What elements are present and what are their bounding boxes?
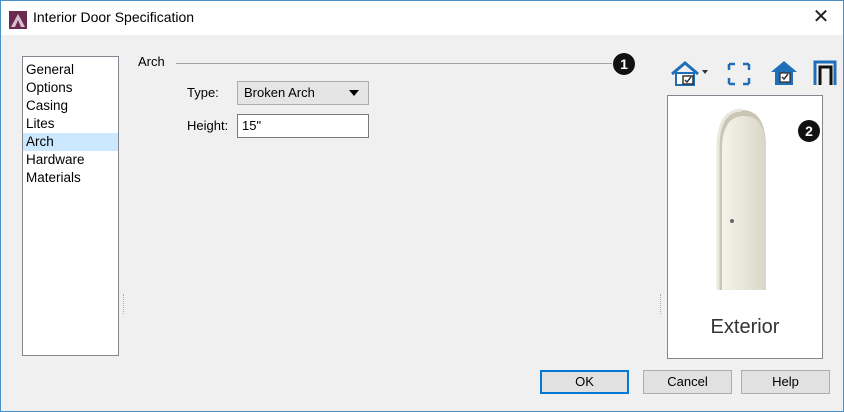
- nav-item-hardware[interactable]: Hardware: [23, 151, 118, 169]
- nav-item-lites[interactable]: Lites: [23, 115, 118, 133]
- door-frame-icon[interactable]: [811, 58, 839, 88]
- chief-architect-app-icon: [9, 11, 27, 29]
- arch-group-label: Arch: [138, 54, 165, 69]
- type-label: Type:: [187, 85, 219, 100]
- category-list: General Options Casing Lites Arch Hardwa…: [22, 56, 119, 356]
- arch-height-input[interactable]: [238, 115, 366, 135]
- nav-item-options[interactable]: Options: [23, 79, 118, 97]
- callout-2-badge: 2: [798, 120, 820, 142]
- camera-view-icon[interactable]: [669, 58, 713, 88]
- arch-group-divider: [176, 63, 612, 64]
- window-title: Interior Door Specification: [33, 9, 195, 25]
- nav-item-arch[interactable]: Arch: [23, 133, 118, 151]
- arch-type-value: Broken Arch: [244, 85, 315, 100]
- nav-item-casing[interactable]: Casing: [23, 97, 118, 115]
- door-preview-image: [716, 108, 766, 290]
- title-bar: Interior Door Specification ✕: [1, 1, 843, 35]
- callout-1-badge: 1: [613, 53, 635, 75]
- left-splitter-handle[interactable]: [123, 294, 126, 314]
- height-label: Height:: [187, 118, 229, 133]
- nav-item-general[interactable]: General: [23, 61, 118, 79]
- arch-type-dropdown[interactable]: Broken Arch: [237, 81, 369, 105]
- close-button[interactable]: ✕: [809, 5, 833, 29]
- preview-caption: Exterior: [710, 316, 780, 338]
- ok-button[interactable]: OK: [540, 370, 629, 394]
- fill-window-icon[interactable]: [725, 58, 753, 88]
- help-button[interactable]: Help: [741, 370, 830, 394]
- arch-height-field[interactable]: [237, 114, 369, 138]
- elevation-view-icon[interactable]: [769, 58, 799, 88]
- cancel-button[interactable]: Cancel: [643, 370, 732, 394]
- door-preview-pane: Exterior 2: [667, 95, 823, 359]
- right-splitter-handle[interactable]: [660, 294, 663, 314]
- dropdown-arrow-icon: [349, 90, 359, 96]
- interior-door-specification-dialog: Interior Door Specification ✕ General Op…: [0, 0, 844, 412]
- nav-item-materials[interactable]: Materials: [23, 169, 118, 187]
